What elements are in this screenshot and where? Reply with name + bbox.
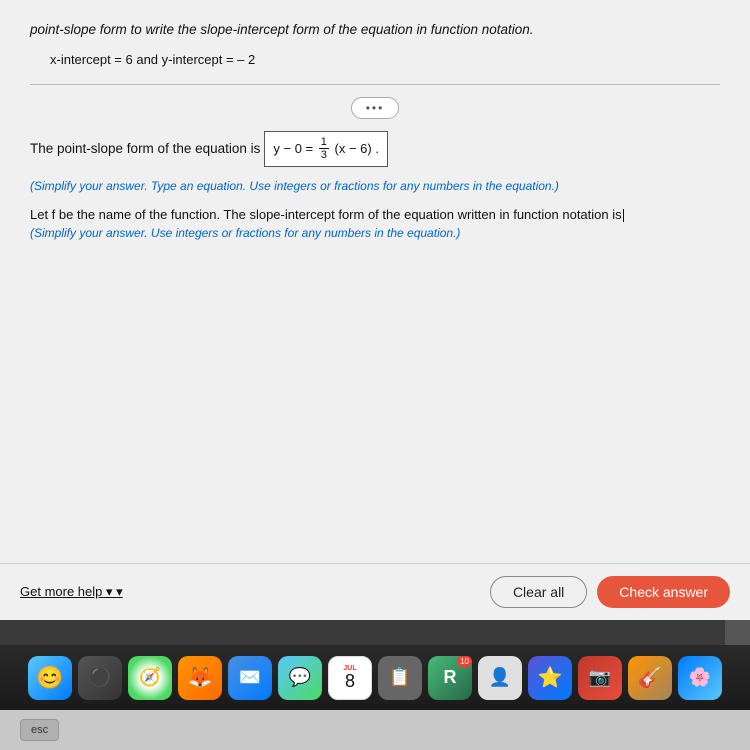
mail-icon: ✉️: [239, 667, 261, 688]
fraction-numerator: 1: [319, 136, 329, 149]
simplify-note-1: (Simplify your answer. Type an equation.…: [30, 177, 720, 195]
content-area: point-slope form to write the slope-inte…: [0, 0, 750, 563]
fraction: 1 3: [319, 136, 329, 161]
photo-edit-icon: 📷: [589, 667, 611, 688]
dock: 😊 ⚫ 🧭 🦊 ✉️ 💬 JUL 8 📋 R 10 👤 ⭐: [0, 645, 750, 710]
messages-icon: 💬: [289, 667, 311, 688]
star-icon: ⭐: [538, 665, 563, 690]
launchpad-icon: ⚫: [89, 667, 111, 688]
photos-alt-icon: 📋: [389, 667, 411, 688]
function-line: Let f be the name of the function. The s…: [30, 205, 720, 226]
equation-rhs: (x − 6) .: [331, 136, 379, 162]
check-answer-button[interactable]: Check answer: [597, 576, 730, 608]
action-buttons: Clear all Check answer: [490, 576, 730, 608]
dock-icon-photos-alt[interactable]: 📋: [378, 656, 422, 700]
dock-icon-reeder[interactable]: R 10: [428, 656, 472, 700]
text-cursor: [623, 209, 624, 222]
clear-all-button[interactable]: Clear all: [490, 576, 587, 608]
dock-icon-safari[interactable]: 🧭: [128, 656, 172, 700]
reeder-badge: 10: [457, 656, 472, 667]
dock-icon-messages[interactable]: 💬: [278, 656, 322, 700]
calendar-day: 8: [345, 672, 355, 690]
equation-label-text: The point-slope form of the equation is: [30, 135, 260, 162]
firefox-icon: 🦊: [188, 665, 213, 690]
get-more-help-link[interactable]: Get more help ▾: [20, 584, 123, 600]
equation-box: y − 0 = 1 3 (x − 6) .: [264, 131, 388, 167]
contacts-icon: 👤: [489, 667, 511, 688]
garageband-icon: 🎸: [638, 665, 663, 690]
equation-lhs: y − 0 =: [273, 136, 316, 162]
appstore-icon: 🌸: [689, 667, 711, 688]
dock-icon-photo-edit[interactable]: 📷: [578, 656, 622, 700]
dock-icon-star[interactable]: ⭐: [528, 656, 572, 700]
function-label-text: Let f be the name of the function. The s…: [30, 207, 622, 222]
dock-icon-launchpad[interactable]: ⚫: [78, 656, 122, 700]
divider: [30, 84, 720, 85]
keyboard-area: esc: [0, 710, 750, 750]
function-section: Let f be the name of the function. The s…: [30, 205, 720, 240]
fraction-denominator: 3: [319, 149, 329, 161]
safari-icon: 🧭: [139, 667, 161, 688]
simplify-note-2: (Simplify your answer. Use integers or f…: [30, 226, 720, 240]
laptop-screen: point-slope form to write the slope-inte…: [0, 0, 750, 620]
dock-icon-garageband[interactable]: 🎸: [628, 656, 672, 700]
finder-icon: 😊: [36, 665, 63, 691]
calendar-date: JUL 8: [343, 665, 356, 690]
dock-icon-mail[interactable]: ✉️: [228, 656, 272, 700]
esc-key[interactable]: esc: [20, 719, 59, 741]
equation-line: The point-slope form of the equation is …: [30, 131, 720, 167]
equation-section: The point-slope form of the equation is …: [30, 131, 720, 167]
dock-icon-contacts[interactable]: 👤: [478, 656, 522, 700]
dock-icon-firefox[interactable]: 🦊: [178, 656, 222, 700]
dock-icon-appstore[interactable]: 🌸: [678, 656, 722, 700]
ellipsis-button[interactable]: •••: [351, 97, 400, 119]
reeder-icon: R: [444, 667, 457, 688]
given-values: x-intercept = 6 and y-intercept = – 2: [50, 50, 720, 70]
bottom-bar: Get more help ▾ Clear all Check answer: [0, 563, 750, 620]
dock-icon-finder[interactable]: 😊: [28, 656, 72, 700]
intro-text: point-slope form to write the slope-inte…: [30, 20, 720, 40]
dock-icon-calendar[interactable]: JUL 8: [328, 656, 372, 700]
